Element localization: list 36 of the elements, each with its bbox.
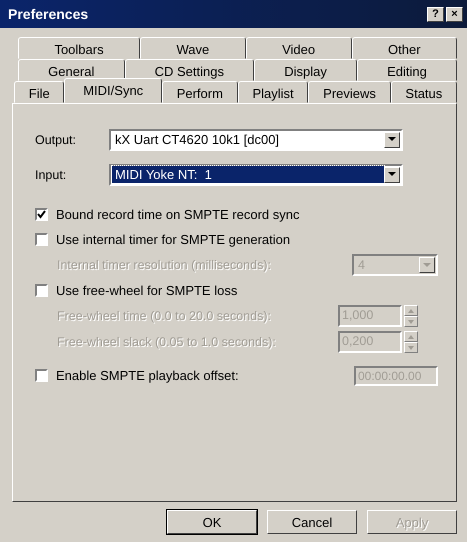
tab[interactable]: Toolbars bbox=[18, 37, 140, 59]
tab[interactable]: File bbox=[14, 81, 64, 103]
field-label: Output: bbox=[35, 132, 77, 146]
checkbox[interactable] bbox=[35, 233, 48, 246]
spin-down-icon[interactable] bbox=[404, 316, 418, 327]
dropdown-value: MIDI Yoke NT: 1 bbox=[112, 166, 384, 183]
close-button[interactable]: × bbox=[446, 6, 463, 22]
checkbox-label: Bound record time on SMPTE record sync bbox=[56, 207, 300, 222]
help-button[interactable]: ? bbox=[427, 6, 444, 22]
tab[interactable]: Wave bbox=[140, 37, 246, 59]
dropdown[interactable]: kX Uart CT4620 10k1 [dc00] bbox=[109, 128, 403, 150]
tab[interactable]: Display bbox=[254, 59, 357, 81]
dialog-button[interactable]: OK bbox=[167, 510, 257, 534]
spin-up-icon[interactable] bbox=[404, 305, 418, 316]
tab[interactable]: Status bbox=[390, 81, 458, 103]
tab[interactable]: MIDI/Sync bbox=[64, 78, 162, 103]
checkbox-label: Use internal timer for SMPTE generation bbox=[56, 232, 292, 247]
tab[interactable]: Other bbox=[352, 37, 457, 59]
window-title: Preferences bbox=[8, 6, 88, 22]
spin-down-icon[interactable] bbox=[404, 342, 418, 353]
checkbox[interactable] bbox=[35, 284, 48, 297]
dropdown[interactable]: MIDI Yoke NT: 1 bbox=[109, 164, 403, 186]
spin-up-icon[interactable] bbox=[404, 331, 418, 342]
checkbox-label: Use free-wheel for SMPTE loss bbox=[56, 283, 238, 298]
dialog-button[interactable]: Cancel bbox=[267, 510, 357, 534]
tab[interactable]: Playlist bbox=[238, 81, 308, 103]
field-label: Input: bbox=[35, 168, 68, 182]
tab[interactable]: Perform bbox=[162, 81, 238, 103]
tab[interactable]: CD Settings bbox=[124, 59, 254, 81]
tab[interactable]: Video bbox=[246, 37, 352, 59]
tab[interactable]: Previews bbox=[308, 81, 391, 103]
checkbox[interactable] bbox=[35, 208, 48, 221]
checkbox-label: Enable SMPTE playback offset: bbox=[56, 368, 240, 383]
dropdown-value: kX Uart CT4620 10k1 [dc00] bbox=[114, 131, 280, 148]
tab[interactable]: General bbox=[18, 59, 124, 81]
tab[interactable]: Editing bbox=[357, 59, 457, 81]
